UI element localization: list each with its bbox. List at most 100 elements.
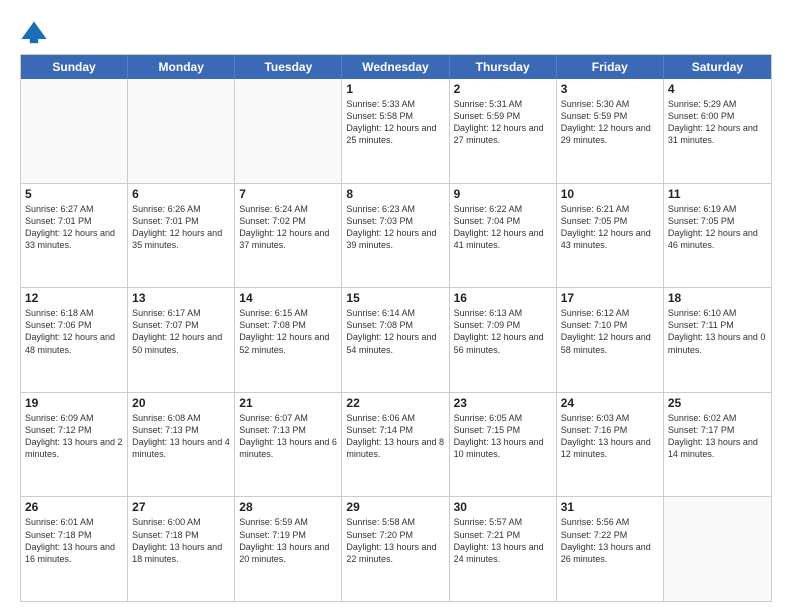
logo-icon — [20, 18, 48, 46]
header-thursday: Thursday — [450, 55, 557, 79]
calendar-cell: 17Sunrise: 6:12 AM Sunset: 7:10 PM Dayli… — [557, 288, 664, 392]
day-number: 5 — [25, 187, 123, 201]
calendar-cell: 9 Sunrise: 6:22 AM Sunset: 7:04 PM Daylig… — [450, 184, 557, 288]
day-number: 7 — [239, 187, 337, 201]
cell-info: Sunrise: 6:01 AM Sunset: 7:18 PM Dayligh… — [25, 516, 123, 565]
day-number: 13 — [132, 291, 230, 305]
cell-info: Sunrise: 6:13 AM Sunset: 7:09 PM Dayligh… — [454, 307, 552, 356]
day-number: 4 — [668, 82, 767, 96]
cell-info: Sunrise: 6:22 AM Sunset: 7:04 PM Dayligh… — [454, 203, 552, 252]
cell-info: Sunrise: 6:18 AM Sunset: 7:06 PM Dayligh… — [25, 307, 123, 356]
day-number: 11 — [668, 187, 767, 201]
calendar-cell: 23 Sunrise: 6:05 AM Sunset: 7:15 PM Dayli… — [450, 393, 557, 497]
calendar-cell: 18Sunrise: 6:10 AM Sunset: 7:11 PM Dayli… — [664, 288, 771, 392]
calendar-cell: 12 Sunrise: 6:18 AM Sunset: 7:06 PM Dayli… — [21, 288, 128, 392]
day-number: 1 — [346, 82, 444, 96]
calendar-cell: 1 Sunrise: 5:33 AM Sunset: 5:58 PM Daylig… — [342, 79, 449, 183]
header-friday: Friday — [557, 55, 664, 79]
calendar-cell: 29 Sunrise: 5:58 AM Sunset: 7:20 PM Dayli… — [342, 497, 449, 601]
calendar-cell: 24 Sunrise: 6:03 AM Sunset: 7:16 PM Dayli… — [557, 393, 664, 497]
cell-info: Sunrise: 6:15 AM Sunset: 7:08 PM Dayligh… — [239, 307, 337, 356]
calendar-row-3: 12 Sunrise: 6:18 AM Sunset: 7:06 PM Dayli… — [21, 288, 771, 393]
cell-info: Sunrise: 5:58 AM Sunset: 7:20 PM Dayligh… — [346, 516, 444, 565]
day-number: 8 — [346, 187, 444, 201]
calendar-cell: 22Sunrise: 6:06 AM Sunset: 7:14 PM Dayli… — [342, 393, 449, 497]
calendar-row-2: 5 Sunrise: 6:27 AM Sunset: 7:01 PM Daylig… — [21, 184, 771, 289]
day-number: 6 — [132, 187, 230, 201]
cell-info: Sunrise: 6:05 AM Sunset: 7:15 PM Dayligh… — [454, 412, 552, 461]
header-sunday: Sunday — [21, 55, 128, 79]
page: Sunday Monday Tuesday Wednesday Thursday… — [0, 0, 792, 612]
cell-info: Sunrise: 5:57 AM Sunset: 7:21 PM Dayligh… — [454, 516, 552, 565]
cell-info: Sunrise: 6:17 AM Sunset: 7:07 PM Dayligh… — [132, 307, 230, 356]
logo — [20, 18, 52, 46]
calendar-body: 1 Sunrise: 5:33 AM Sunset: 5:58 PM Daylig… — [21, 79, 771, 601]
calendar-cell: 30 Sunrise: 5:57 AM Sunset: 7:21 PM Dayli… — [450, 497, 557, 601]
cell-info: Sunrise: 6:19 AM Sunset: 7:05 PM Dayligh… — [668, 203, 767, 252]
day-number: 23 — [454, 396, 552, 410]
cell-info: Sunrise: 6:27 AM Sunset: 7:01 PM Dayligh… — [25, 203, 123, 252]
day-number: 29 — [346, 500, 444, 514]
calendar-cell: 6 Sunrise: 6:26 AM Sunset: 7:01 PM Daylig… — [128, 184, 235, 288]
calendar-cell: 15 Sunrise: 6:14 AM Sunset: 7:08 PM Dayli… — [342, 288, 449, 392]
day-number: 15 — [346, 291, 444, 305]
cell-info: Sunrise: 5:29 AM Sunset: 6:00 PM Dayligh… — [668, 98, 767, 147]
day-number: 22 — [346, 396, 444, 410]
calendar-cell: 14 Sunrise: 6:15 AM Sunset: 7:08 PM Dayli… — [235, 288, 342, 392]
calendar-cell: 16 Sunrise: 6:13 AM Sunset: 7:09 PM Dayli… — [450, 288, 557, 392]
day-number: 12 — [25, 291, 123, 305]
calendar-cell: 4 Sunrise: 5:29 AM Sunset: 6:00 PM Daylig… — [664, 79, 771, 183]
calendar-cell — [21, 79, 128, 183]
calendar-cell: 3 Sunrise: 5:30 AM Sunset: 5:59 PM Daylig… — [557, 79, 664, 183]
cell-info: Sunrise: 5:33 AM Sunset: 5:58 PM Dayligh… — [346, 98, 444, 147]
cell-info: Sunrise: 6:24 AM Sunset: 7:02 PM Dayligh… — [239, 203, 337, 252]
day-number: 20 — [132, 396, 230, 410]
cell-info: Sunrise: 6:08 AM Sunset: 7:13 PM Dayligh… — [132, 412, 230, 461]
cell-info: Sunrise: 6:26 AM Sunset: 7:01 PM Dayligh… — [132, 203, 230, 252]
calendar-cell: 10Sunrise: 6:21 AM Sunset: 7:05 PM Dayli… — [557, 184, 664, 288]
cell-info: Sunrise: 6:21 AM Sunset: 7:05 PM Dayligh… — [561, 203, 659, 252]
cell-info: Sunrise: 6:23 AM Sunset: 7:03 PM Dayligh… — [346, 203, 444, 252]
day-number: 3 — [561, 82, 659, 96]
header-wednesday: Wednesday — [342, 55, 449, 79]
day-number: 16 — [454, 291, 552, 305]
calendar-cell: 21Sunrise: 6:07 AM Sunset: 7:13 PM Dayli… — [235, 393, 342, 497]
calendar-cell: 8 Sunrise: 6:23 AM Sunset: 7:03 PM Daylig… — [342, 184, 449, 288]
cell-info: Sunrise: 6:07 AM Sunset: 7:13 PM Dayligh… — [239, 412, 337, 461]
day-number: 9 — [454, 187, 552, 201]
calendar-cell — [235, 79, 342, 183]
calendar-cell: 25Sunrise: 6:02 AM Sunset: 7:17 PM Dayli… — [664, 393, 771, 497]
day-number: 24 — [561, 396, 659, 410]
day-number: 2 — [454, 82, 552, 96]
day-number: 14 — [239, 291, 337, 305]
calendar-header: Sunday Monday Tuesday Wednesday Thursday… — [21, 55, 771, 79]
calendar-row-4: 19 Sunrise: 6:09 AM Sunset: 7:12 PM Dayli… — [21, 393, 771, 498]
day-number: 27 — [132, 500, 230, 514]
calendar-cell: 13 Sunrise: 6:17 AM Sunset: 7:07 PM Dayli… — [128, 288, 235, 392]
day-number: 19 — [25, 396, 123, 410]
calendar-cell: 5 Sunrise: 6:27 AM Sunset: 7:01 PM Daylig… — [21, 184, 128, 288]
calendar-cell: 11 Sunrise: 6:19 AM Sunset: 7:05 PM Dayli… — [664, 184, 771, 288]
cell-info: Sunrise: 5:56 AM Sunset: 7:22 PM Dayligh… — [561, 516, 659, 565]
cell-info: Sunrise: 6:03 AM Sunset: 7:16 PM Dayligh… — [561, 412, 659, 461]
header-monday: Monday — [128, 55, 235, 79]
calendar-cell: 2 Sunrise: 5:31 AM Sunset: 5:59 PM Daylig… — [450, 79, 557, 183]
cell-info: Sunrise: 5:31 AM Sunset: 5:59 PM Dayligh… — [454, 98, 552, 147]
calendar-cell: 28Sunrise: 5:59 AM Sunset: 7:19 PM Dayli… — [235, 497, 342, 601]
calendar-row-5: 26 Sunrise: 6:01 AM Sunset: 7:18 PM Dayli… — [21, 497, 771, 601]
day-number: 17 — [561, 291, 659, 305]
calendar-row-1: 1 Sunrise: 5:33 AM Sunset: 5:58 PM Daylig… — [21, 79, 771, 184]
cell-info: Sunrise: 6:00 AM Sunset: 7:18 PM Dayligh… — [132, 516, 230, 565]
day-number: 25 — [668, 396, 767, 410]
calendar: Sunday Monday Tuesday Wednesday Thursday… — [20, 54, 772, 602]
day-number: 28 — [239, 500, 337, 514]
cell-info: Sunrise: 6:09 AM Sunset: 7:12 PM Dayligh… — [25, 412, 123, 461]
calendar-cell: 7 Sunrise: 6:24 AM Sunset: 7:02 PM Daylig… — [235, 184, 342, 288]
day-number: 30 — [454, 500, 552, 514]
calendar-cell: 27 Sunrise: 6:00 AM Sunset: 7:18 PM Dayli… — [128, 497, 235, 601]
calendar-cell — [128, 79, 235, 183]
day-number: 26 — [25, 500, 123, 514]
cell-info: Sunrise: 6:14 AM Sunset: 7:08 PM Dayligh… — [346, 307, 444, 356]
cell-info: Sunrise: 5:30 AM Sunset: 5:59 PM Dayligh… — [561, 98, 659, 147]
calendar-cell: 20 Sunrise: 6:08 AM Sunset: 7:13 PM Dayli… — [128, 393, 235, 497]
